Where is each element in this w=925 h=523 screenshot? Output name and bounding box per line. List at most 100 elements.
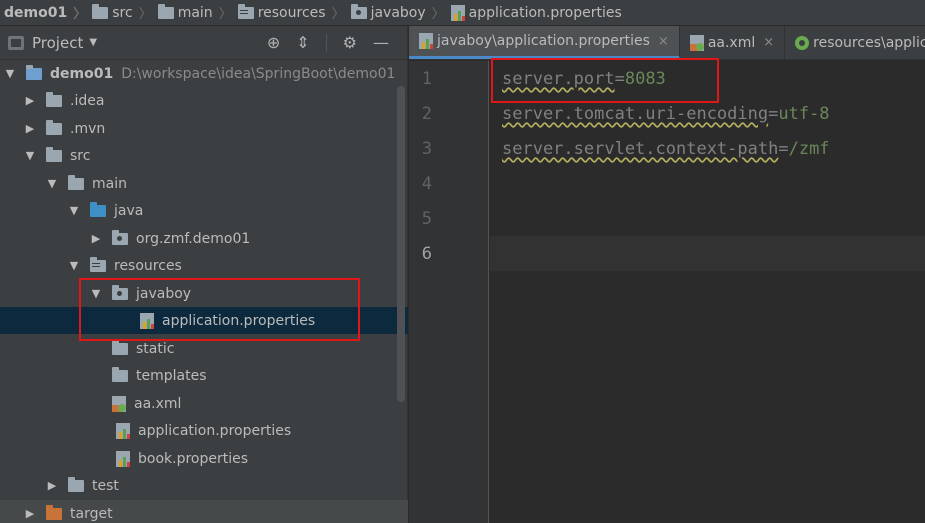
breadcrumb-separator-icon: 〉 (138, 7, 152, 22)
tree-item-java[interactable]: ▼ java (0, 197, 408, 224)
highlight-box-javaboy (79, 278, 360, 341)
tree-item-aa-xml[interactable]: aa.xml (0, 390, 408, 417)
property-key: server.servlet.context-path (502, 139, 779, 159)
tree-item-target[interactable]: ▶ target (0, 500, 408, 523)
project-panel-header: Project ▼ ⊕ ⇕ ⚙ — (0, 26, 407, 60)
tree-item-package[interactable]: ▶ org.zmf.demo01 (0, 225, 408, 252)
expand-arrow-icon[interactable]: ▼ (68, 259, 80, 272)
module-folder-icon (26, 64, 42, 80)
property-equals: = (768, 104, 779, 124)
collapsed-arrow-icon[interactable]: ▶ (24, 122, 36, 135)
breadcrumb-item-file[interactable]: application.properties (450, 4, 622, 21)
tree-item-label: templates (136, 367, 207, 384)
folder-icon (157, 3, 174, 19)
toolbar-divider (325, 33, 327, 52)
tree-item-label: .idea (70, 92, 105, 109)
tree-item-label: test (92, 477, 119, 494)
folder-icon (46, 146, 62, 162)
tab-resources-application[interactable]: resources\applicatio (785, 26, 925, 59)
expand-arrow-icon[interactable]: ▼ (24, 149, 36, 162)
tree-item-label: resources (114, 257, 182, 274)
tree-item-label: demo01 (50, 65, 114, 82)
breadcrumb-item-javaboy[interactable]: javaboy 〉 (350, 3, 451, 22)
collapsed-arrow-icon[interactable]: ▶ (90, 232, 102, 245)
tree-item-resources[interactable]: ▼ resources (0, 252, 408, 279)
expand-arrow-icon[interactable]: ▼ (4, 67, 16, 80)
code-line[interactable]: server.servlet.context-path=/zmf (502, 139, 830, 159)
locate-file-icon[interactable]: ⊕ (267, 33, 280, 52)
folder-icon (68, 174, 84, 190)
breadcrumb-item-resources[interactable]: resources 〉 (237, 3, 351, 22)
close-icon[interactable]: × (763, 35, 774, 50)
folder-icon (68, 476, 84, 492)
highlight-box-server-port (491, 58, 719, 103)
tree-item-label: .mvn (70, 120, 106, 137)
line-number: 3 (421, 139, 432, 159)
resources-folder-icon (90, 256, 106, 272)
tab-label: aa.xml (707, 34, 756, 51)
tree-item-label: java (114, 202, 144, 219)
collapsed-arrow-icon[interactable]: ▶ (24, 94, 36, 107)
tree-item-label: aa.xml (134, 395, 182, 412)
excluded-folder-icon (46, 504, 62, 520)
breadcrumb-separator-icon: 〉 (431, 7, 445, 22)
collapsed-arrow-icon[interactable]: ▶ (24, 507, 36, 520)
tree-item-src[interactable]: ▼ src (0, 142, 408, 169)
expand-arrow-icon[interactable]: ▼ (68, 204, 80, 217)
tree-item-demo01[interactable]: ▼ demo01 D:\workspace\idea\SpringBoot\de… (0, 60, 408, 87)
collapsed-arrow-icon[interactable]: ▶ (46, 479, 58, 492)
properties-file-icon (116, 422, 130, 439)
breadcrumb-item-main[interactable]: main 〉 (157, 3, 238, 22)
close-icon[interactable]: × (658, 34, 669, 49)
tree-item-label: org.zmf.demo01 (136, 230, 251, 247)
tree-item-book-properties[interactable]: book.properties (0, 445, 408, 472)
tree-scrollbar[interactable] (397, 86, 405, 402)
property-value: utf-8 (778, 104, 830, 124)
property-value: /zmf (788, 139, 830, 159)
tree-item-label: src (70, 147, 91, 164)
code-line[interactable]: server.tomcat.uri-encoding=utf-8 (502, 104, 830, 124)
tab-javaboy-application-properties[interactable]: javaboy\application.properties × (409, 26, 680, 59)
tree-item-main[interactable]: ▼ main (0, 170, 408, 197)
line-number: 2 (421, 104, 432, 124)
breadcrumb-separator-icon: 〉 (331, 7, 345, 22)
line-number: 6 (421, 244, 432, 264)
tree-item-label: book.properties (138, 450, 249, 467)
spring-xml-file-icon (112, 395, 126, 412)
breadcrumb-label: main (177, 4, 213, 21)
tree-item-templates[interactable]: templates (0, 362, 408, 389)
line-number: 4 (421, 174, 432, 194)
breadcrumb-item-src[interactable]: src 〉 (92, 3, 157, 22)
breadcrumb-label: src (112, 4, 133, 21)
module-path: D:\workspace\idea\SpringBoot\demo01 (121, 65, 396, 82)
tree-item-mvn[interactable]: ▶ .mvn (0, 115, 408, 142)
resources-folder-icon (237, 3, 254, 19)
property-equals: = (778, 139, 789, 159)
tab-label: resources\applicatio (813, 34, 925, 51)
chevron-down-icon[interactable]: ▼ (89, 37, 97, 48)
package-folder-icon (112, 229, 128, 245)
gear-icon[interactable]: ⚙ (343, 33, 357, 52)
tree-item-label: target (70, 505, 113, 522)
tree-item-idea[interactable]: ▶ .idea (0, 87, 408, 114)
collapse-all-icon[interactable]: ⇕ (296, 33, 309, 52)
breadcrumb-item-project[interactable]: demo01 〉 (4, 3, 92, 23)
tree-item-label: application.properties (138, 422, 292, 439)
tree-item-application-properties[interactable]: application.properties (0, 417, 408, 444)
line-number: 1 (421, 69, 432, 89)
current-line-highlight (490, 236, 925, 271)
expand-arrow-icon[interactable]: ▼ (46, 177, 58, 190)
project-view-selector[interactable]: Project (32, 34, 83, 52)
tab-aa-xml[interactable]: aa.xml × (680, 26, 786, 59)
hide-panel-icon[interactable]: — (373, 33, 389, 52)
code-editor[interactable]: server.port=8083 server.tomcat.uri-encod… (490, 61, 925, 523)
folder-icon (46, 91, 62, 107)
panel-toolbar: ⊕ ⇕ ⚙ — (267, 33, 389, 52)
folder-icon (112, 339, 128, 355)
property-key: server.tomcat.uri-encoding (502, 104, 769, 124)
breadcrumb-label: javaboy (370, 4, 426, 21)
tree-item-test[interactable]: ▶ test (0, 472, 408, 499)
line-number: 5 (421, 209, 432, 229)
properties-file-icon (419, 33, 433, 49)
properties-file-icon (116, 450, 130, 467)
